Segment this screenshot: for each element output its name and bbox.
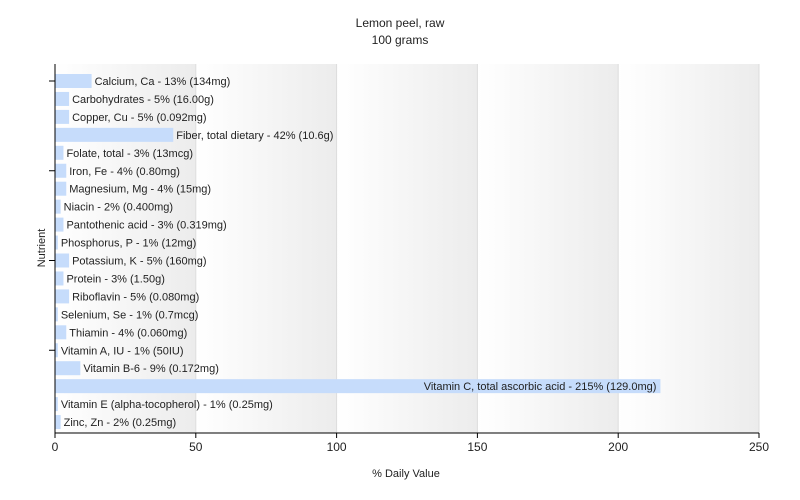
bar-label: Carbohydrates - 5% (16.00g) <box>72 94 214 106</box>
bar-label: Thiamin - 4% (0.060mg) <box>69 327 187 339</box>
grid-band <box>336 64 478 433</box>
grid-band <box>195 64 337 433</box>
bar <box>55 325 67 340</box>
bar <box>55 127 174 142</box>
x-tick-label: 0 <box>52 440 59 454</box>
x-tick-label: 100 <box>327 440 347 454</box>
bar <box>55 253 70 268</box>
chart-subtitle: 100 grams <box>372 33 429 47</box>
bar <box>55 73 92 89</box>
bar <box>55 145 64 160</box>
bar-label: Pantothenic acid - 3% (0.319mg) <box>66 220 226 232</box>
bar-label: Vitamin C, total ascorbic acid - 215% (1… <box>424 381 657 393</box>
bar-label: Phosphorus, P - 1% (12mg) <box>61 238 197 250</box>
bar <box>55 415 61 430</box>
bar <box>55 199 61 214</box>
bar-label: Folate, total - 3% (13mcg) <box>66 148 193 160</box>
bar <box>55 217 64 232</box>
bar <box>55 109 70 124</box>
bar <box>55 271 64 286</box>
bar-label: Potassium, K - 5% (160mg) <box>72 256 207 268</box>
bar-label: Selenium, Se - 1% (0.7mcg) <box>61 309 199 321</box>
x-tick-label: 200 <box>608 440 628 454</box>
bar <box>55 181 67 196</box>
chart-container: Lemon peel, raw 100 grams Calcium, Ca - … <box>0 0 800 500</box>
bar-label: Calcium, Ca - 13% (134mg) <box>95 76 231 88</box>
bar-label: Zinc, Zn - 2% (0.25mg) <box>64 417 176 429</box>
plot-area: Calcium, Ca - 13% (134mg) Carbohydrates -… <box>49 64 769 454</box>
x-axis-label: % Daily Value <box>372 468 440 480</box>
bar <box>55 163 67 178</box>
bar-label: Copper, Cu - 5% (0.092mg) <box>72 112 207 124</box>
bar <box>55 361 81 376</box>
x-tick-label: 150 <box>467 440 487 454</box>
bar <box>55 289 70 304</box>
bar-label: Vitamin A, IU - 1% (50IU) <box>61 345 184 357</box>
bar-label: Niacin - 2% (0.400mg) <box>64 202 173 214</box>
bar-label: Vitamin B-6 - 9% (0.172mg) <box>83 363 219 375</box>
x-tick-label: 250 <box>749 440 769 454</box>
bar-label: Fiber, total dietary - 42% (10.6g) <box>176 130 333 142</box>
bar-label: Vitamin E (alpha-tocopherol) - 1% (0.25m… <box>61 399 273 411</box>
grid-band <box>477 64 619 433</box>
bar-label: Iron, Fe - 4% (0.80mg) <box>69 166 180 178</box>
chart-title: Lemon peel, raw <box>356 16 445 30</box>
bar-label: Magnesium, Mg - 4% (15mg) <box>69 184 211 196</box>
grid-band <box>618 64 759 433</box>
bar-chart: Lemon peel, raw 100 grams Calcium, Ca - … <box>36 16 769 480</box>
bar <box>55 91 70 106</box>
bar-label: Protein - 3% (1.50g) <box>66 273 164 285</box>
x-tick-label: 50 <box>189 440 203 454</box>
y-axis-label: Nutrient <box>36 229 48 268</box>
bar-label: Riboflavin - 5% (0.080mg) <box>72 291 199 303</box>
